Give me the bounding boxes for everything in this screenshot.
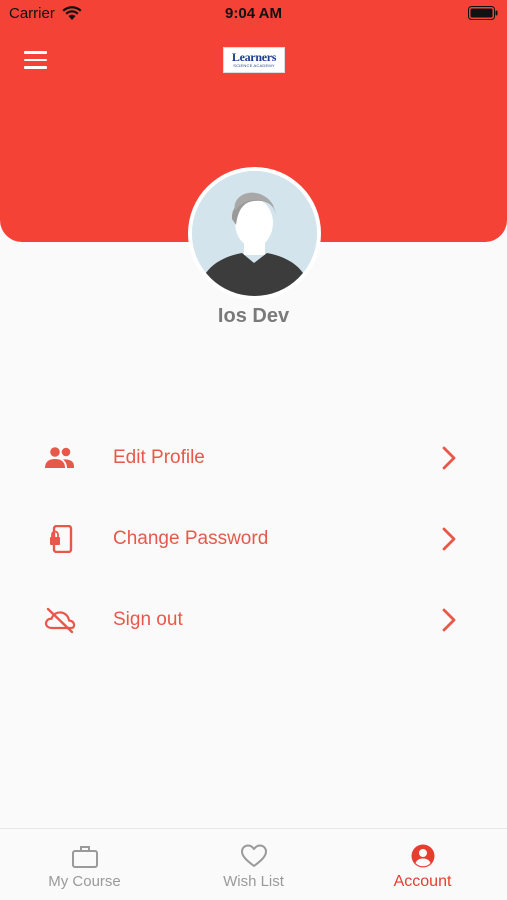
edit-profile-label: Edit Profile	[113, 447, 205, 468]
tab-account[interactable]: Account	[338, 829, 507, 900]
tab-my-course-label: My Course	[48, 873, 121, 890]
default-user-icon	[192, 171, 317, 296]
chevron-right-icon	[442, 608, 456, 632]
tab-account-label: Account	[393, 873, 452, 890]
sign-out-label: Sign out	[113, 609, 183, 630]
chevron-right-icon	[442, 446, 456, 470]
change-password-row[interactable]: Change Password	[0, 499, 507, 579]
hamburger-menu-icon[interactable]	[24, 51, 47, 69]
status-bar: Carrier 9:04 AM	[0, 0, 507, 28]
cloud-off-icon	[44, 607, 76, 634]
chevron-right-icon	[442, 527, 456, 551]
change-password-label: Change Password	[113, 528, 269, 549]
app-logo: Learners SCIENCE ACADEMY	[223, 47, 285, 73]
briefcase-icon	[71, 846, 98, 868]
tab-wish-list-label: Wish List	[223, 873, 284, 890]
heart-icon	[240, 844, 267, 867]
account-circle-icon	[411, 844, 434, 868]
tab-my-course[interactable]: My Course	[0, 829, 169, 900]
user-name: Ios Dev	[217, 305, 290, 327]
people-icon	[45, 447, 74, 468]
avatar[interactable]	[188, 167, 321, 300]
phone-lock-icon	[50, 525, 73, 553]
battery-icon	[468, 6, 498, 20]
sign-out-row[interactable]: Sign out	[0, 580, 507, 660]
bottom-tab-bar: My Course Wish List Account	[0, 828, 507, 900]
edit-profile-row[interactable]: Edit Profile	[0, 418, 507, 498]
status-time: 9:04 AM	[225, 5, 282, 22]
tab-wish-list[interactable]: Wish List	[169, 829, 338, 900]
